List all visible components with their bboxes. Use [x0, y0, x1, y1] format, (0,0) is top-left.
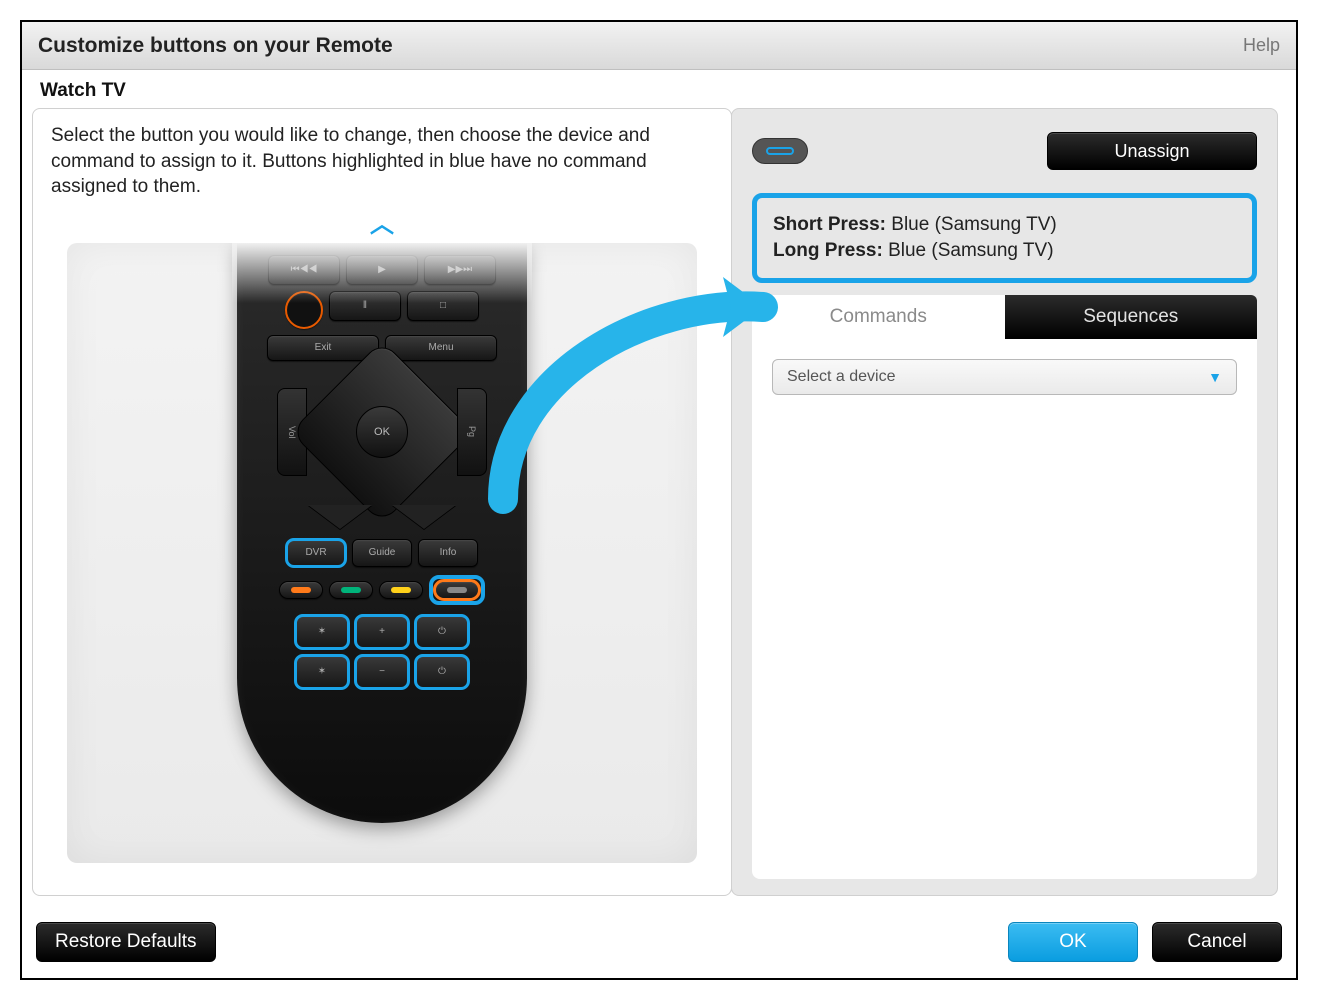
- tab-commands[interactable]: Commands: [752, 295, 1005, 339]
- remote-ok-button[interactable]: OK: [356, 406, 408, 458]
- cancel-button[interactable]: Cancel: [1152, 922, 1282, 962]
- remote-extra-4[interactable]: ✶: [295, 655, 349, 689]
- remote-extra-5[interactable]: −: [355, 655, 409, 689]
- remote-extra-3[interactable]: ⏻: [415, 615, 469, 649]
- device-select-placeholder: Select a device: [787, 368, 896, 386]
- remote-body: ⏮◀◀ ▶ ▶▶⏭ ‖ □ Exit Menu Vol: [237, 243, 527, 823]
- long-press-value: Blue (Samsung TV): [888, 240, 1053, 261]
- device-select[interactable]: Select a device ▼: [772, 359, 1237, 395]
- remote-extra-6[interactable]: ⏻: [415, 655, 469, 689]
- remote-rewind-button[interactable]: ⏮◀◀: [268, 255, 340, 285]
- remote-page-rocker[interactable]: Pg: [457, 388, 487, 476]
- tabs: Commands Sequences: [752, 295, 1257, 339]
- ok-button[interactable]: OK: [1008, 922, 1138, 962]
- remote-info-button[interactable]: Info: [418, 539, 478, 567]
- caret-down-icon: ▼: [1208, 369, 1222, 385]
- press-assignments-box: Short Press: Blue (Samsung TV) Long Pres…: [752, 193, 1257, 283]
- remote-red-pill[interactable]: [279, 581, 323, 599]
- remote-guide-button[interactable]: Guide: [352, 539, 412, 567]
- remote-stop-button[interactable]: □: [407, 291, 479, 321]
- footer: Restore Defaults OK Cancel: [22, 916, 1296, 978]
- remote-preview: ⏮◀◀ ▶ ▶▶⏭ ‖ □ Exit Menu Vol: [67, 243, 697, 863]
- remote-pause-button[interactable]: ‖: [329, 291, 401, 321]
- long-press-label: Long Press:: [773, 240, 883, 261]
- help-link[interactable]: Help: [1243, 35, 1280, 56]
- remote-exit-button[interactable]: Exit: [267, 335, 379, 361]
- remote-forward-button[interactable]: ▶▶⏭: [424, 255, 496, 285]
- remote-dvr-button[interactable]: DVR: [286, 539, 346, 567]
- remote-power-button[interactable]: [285, 291, 323, 329]
- section-label: Watch TV: [22, 70, 1296, 108]
- selected-button-indicator: [752, 138, 808, 164]
- remote-extra-1[interactable]: ✶: [295, 615, 349, 649]
- tab-body: Select a device ▼: [752, 339, 1257, 879]
- unassign-button[interactable]: Unassign: [1047, 132, 1257, 170]
- remote-dpad[interactable]: Vol OK Pg: [277, 367, 487, 497]
- titlebar: Customize buttons on your Remote Help: [22, 22, 1296, 70]
- remote-green-pill[interactable]: [329, 581, 373, 599]
- instructions-text: Select the button you would like to chan…: [33, 109, 673, 206]
- chevron-up-icon[interactable]: ︿: [33, 204, 731, 239]
- short-press-value: Blue (Samsung TV): [891, 214, 1056, 235]
- tab-sequences[interactable]: Sequences: [1005, 295, 1258, 339]
- remote-menu-button[interactable]: Menu: [385, 335, 497, 361]
- window-title: Customize buttons on your Remote: [38, 34, 393, 58]
- remote-mute-button[interactable]: [308, 505, 372, 529]
- remote-blue-pill-selected[interactable]: [429, 575, 485, 605]
- remote-extra-2[interactable]: +: [355, 615, 409, 649]
- remote-play-button[interactable]: ▶: [346, 255, 418, 285]
- restore-defaults-button[interactable]: Restore Defaults: [36, 922, 216, 962]
- left-panel: Select the button you would like to chan…: [32, 108, 732, 896]
- remote-back-button[interactable]: [392, 505, 456, 529]
- right-panel: Unassign Short Press: Blue (Samsung TV) …: [731, 108, 1278, 896]
- panel-notch-icon: [731, 169, 732, 193]
- remote-yellow-pill[interactable]: [379, 581, 423, 599]
- short-press-label: Short Press:: [773, 214, 886, 235]
